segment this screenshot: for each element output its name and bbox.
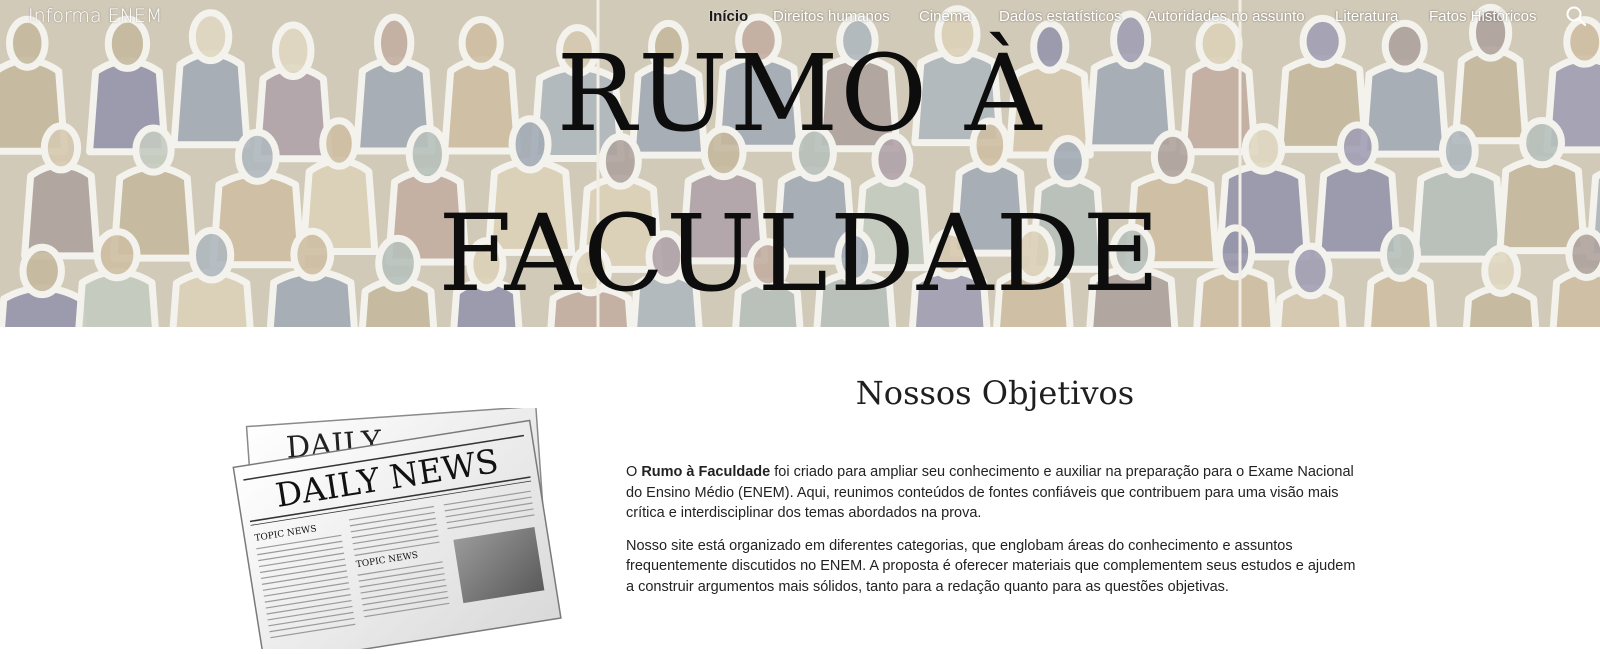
hero-heading: RUMO À FACULDADE — [0, 14, 1600, 327]
objectives-paragraph-2: Nosso site está organizado em diferentes… — [626, 537, 1356, 595]
newspaper-image: DAILY DAILY NEWS TOPIC NEWS TOPIC NEWS — [232, 405, 572, 654]
objectives-paragraph-1: O Rumo à Faculdade foi criado para ampli… — [626, 462, 1366, 524]
section-title: Nossos Objetivos — [855, 374, 1135, 412]
objectives-text: O Rumo à Faculdade foi criado para ampli… — [626, 462, 1366, 609]
p1-prefix: O — [626, 464, 642, 480]
site-name-bold: Rumo à Faculdade — [641, 464, 771, 480]
hero-heading-line-1: RUMO À — [556, 32, 1044, 155]
hero-banner: Informa ENEM Início Direitos humanos Cin… — [0, 0, 1600, 327]
hero-heading-line-2: FACULDADE — [438, 192, 1162, 315]
newspaper-icon: DAILY DAILY NEWS TOPIC NEWS TOPIC NEWS — [232, 405, 562, 654]
